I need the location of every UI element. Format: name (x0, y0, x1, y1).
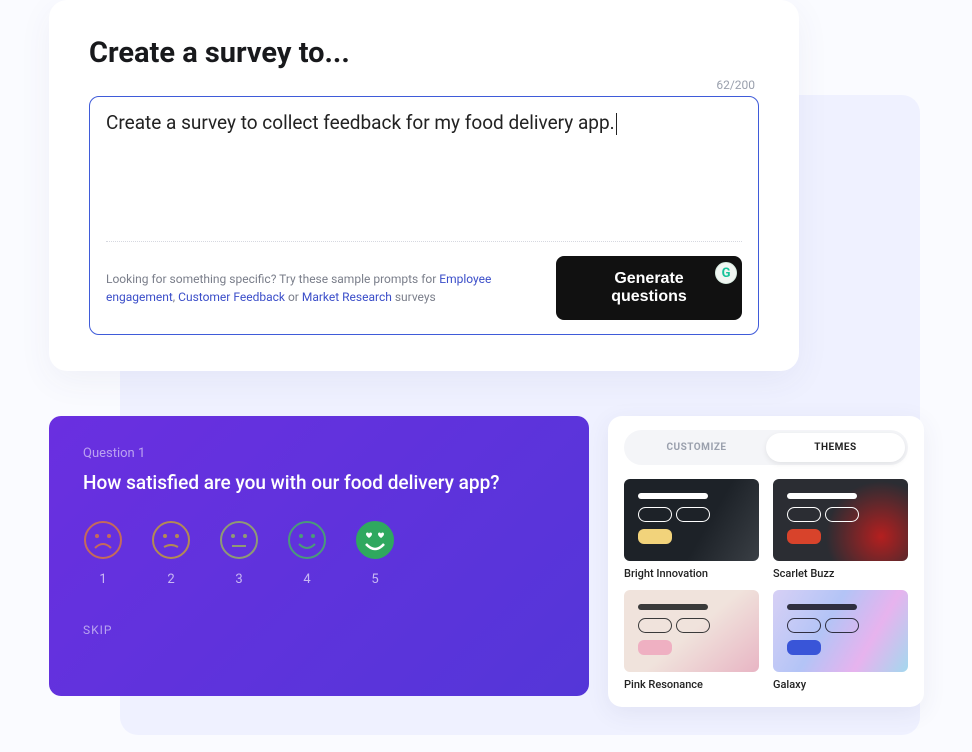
face-very-sad-icon[interactable] (83, 520, 123, 560)
theme-thumb (773, 590, 908, 672)
survey-preview-card: Question 1 How satisfied are you with ou… (49, 416, 589, 696)
face-neutral-icon[interactable] (219, 520, 259, 560)
theme-tabs: CUSTOMIZE THEMES (624, 430, 908, 465)
theme-name: Bright Innovation (624, 567, 759, 580)
prompt-footer: Looking for something specific? Try thes… (106, 256, 742, 320)
theme-scarlet-buzz[interactable]: Scarlet Buzz (773, 479, 908, 580)
skip-button[interactable]: SKIP (83, 623, 555, 637)
link-market-research[interactable]: Market Research (302, 290, 392, 304)
create-survey-card: Create a survey to... 62/200 Create a su… (49, 0, 799, 371)
question-text: How satisfied are you with our food deli… (83, 471, 555, 494)
theme-name: Pink Resonance (624, 678, 759, 691)
theme-thumb (624, 479, 759, 561)
theme-name: Galaxy (773, 678, 908, 691)
generate-questions-button[interactable]: Generate questions (556, 256, 742, 320)
question-number-label: Question 1 (83, 446, 555, 461)
rating-label-3: 3 (235, 572, 242, 587)
theme-thumb (773, 479, 908, 561)
create-title: Create a survey to... (89, 36, 759, 70)
char-counter: 62/200 (89, 78, 759, 92)
theme-pink-resonance[interactable]: Pink Resonance (624, 590, 759, 691)
prompt-text: Create a survey to collect feedback for … (106, 111, 615, 134)
sep-or: or (285, 290, 302, 304)
theme-grid: Bright Innovation Scarlet Buzz Pink Reso… (624, 479, 908, 691)
rating-label-1: 1 (99, 572, 106, 587)
tab-themes[interactable]: THEMES (766, 433, 905, 462)
tab-customize[interactable]: CUSTOMIZE (627, 433, 766, 462)
theme-galaxy[interactable]: Galaxy (773, 590, 908, 691)
hint-prefix: Looking for something specific? Try thes… (106, 272, 439, 286)
theme-name: Scarlet Buzz (773, 567, 908, 580)
grammarly-icon[interactable]: G (715, 262, 737, 284)
divider (106, 241, 742, 242)
text-caret (616, 113, 617, 135)
rating-label-4: 4 (303, 572, 310, 587)
rating-faces: 1 2 3 4 (83, 520, 555, 587)
rating-label-2: 2 (167, 572, 174, 587)
face-happy-icon[interactable] (287, 520, 327, 560)
prompt-box: Create a survey to collect feedback for … (89, 96, 759, 335)
rating-label-5: 5 (371, 572, 378, 587)
themes-panel: CUSTOMIZE THEMES Bright Innovation Scarl… (608, 416, 924, 707)
theme-thumb (624, 590, 759, 672)
hint-suffix: surveys (392, 290, 436, 304)
link-customer-feedback[interactable]: Customer Feedback (178, 290, 285, 304)
theme-bright-innovation[interactable]: Bright Innovation (624, 479, 759, 580)
prompt-input[interactable]: Create a survey to collect feedback for … (106, 111, 742, 231)
face-sad-icon[interactable] (151, 520, 191, 560)
sample-hint: Looking for something specific? Try thes… (106, 270, 536, 306)
face-love-icon[interactable] (355, 520, 395, 560)
